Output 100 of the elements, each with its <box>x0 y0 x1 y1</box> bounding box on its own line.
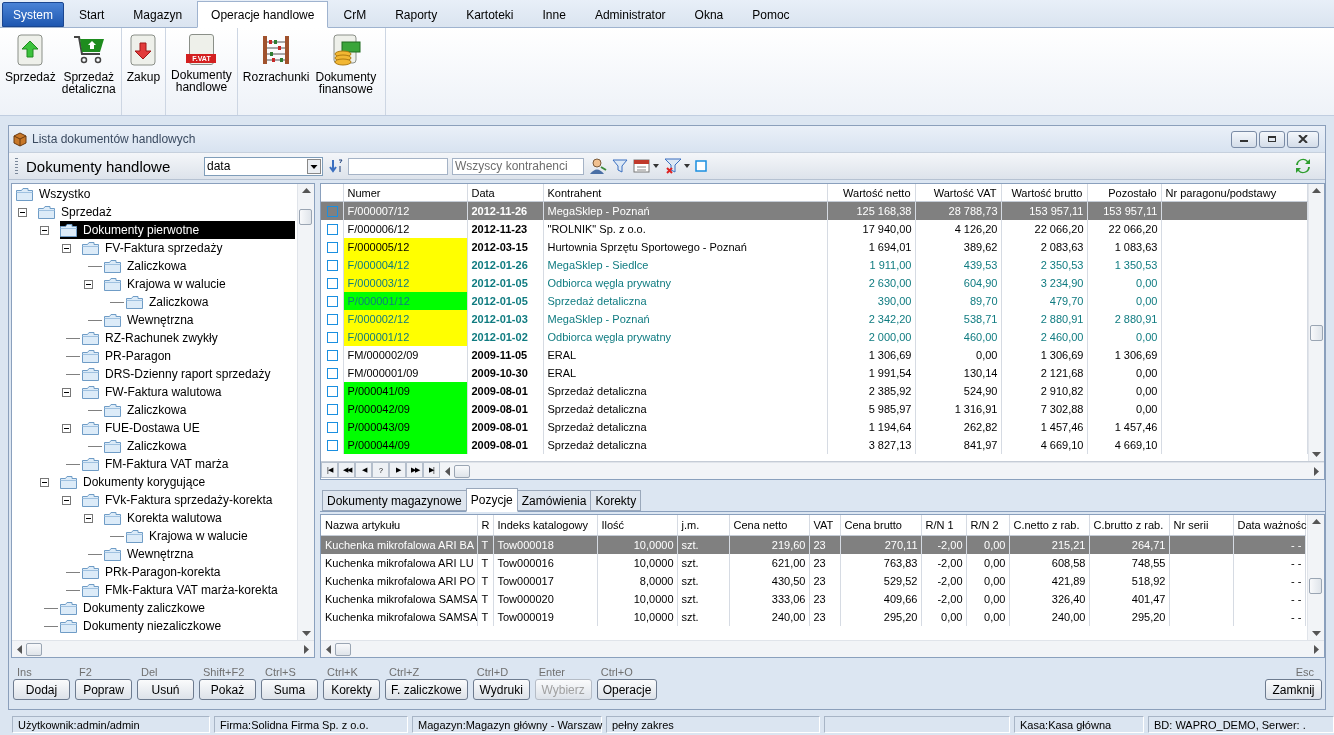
menu-tab[interactable]: Pomoc <box>738 2 804 27</box>
scrollbar-thumb[interactable] <box>1309 325 1323 341</box>
collapse-icon[interactable] <box>62 243 71 253</box>
column-header[interactable]: Nazwa artykułu <box>321 515 477 536</box>
tree-item[interactable]: Zaliczkowa <box>104 437 191 455</box>
row-checkbox[interactable] <box>327 259 338 271</box>
table-row[interactable]: P/000042/09 2009-08-01 Sprzedaż detaliczna 5 985,97 1 316,91 7 302,88 0,00 <box>321 400 1307 418</box>
column-header[interactable]: Nr serii <box>1169 515 1233 536</box>
column-header[interactable]: Data ważnośc <box>1233 515 1305 536</box>
ribbon-button[interactable]: Dokumenty finansowe <box>312 32 380 96</box>
action-button[interactable]: Operacje <box>596 679 658 700</box>
collapse-icon[interactable] <box>40 225 49 235</box>
scrollbar-thumb[interactable] <box>454 464 470 478</box>
table-row[interactable]: P/000043/09 2009-08-01 Sprzedaż detaliczna 1 194,64 262,82 1 457,46 1 457,46 <box>321 418 1307 436</box>
menu-tab[interactable]: Magazyn <box>119 2 197 27</box>
menu-tab[interactable]: Kartoteki <box>452 2 528 27</box>
close-button[interactable] <box>1287 130 1319 148</box>
column-header[interactable]: C.brutto z rab. <box>1089 515 1169 536</box>
column-header[interactable]: Wartość brutto <box>1001 184 1087 202</box>
arrow-left-icon[interactable] <box>445 466 450 476</box>
refresh-icon[interactable] <box>1295 158 1311 174</box>
action-button[interactable]: Suma <box>261 679 318 700</box>
collapse-icon[interactable] <box>62 495 71 505</box>
column-header[interactable]: Wartość netto <box>827 184 915 202</box>
arrow-down-icon[interactable] <box>1311 452 1321 458</box>
table-row[interactable]: Kuchenka mikrofalowa ARI BA T Tow000018 10,0000 szt. 219,60 23 270,11 -2,00 0,00 215,21 264,71 - - <box>321 535 1305 555</box>
row-checkbox[interactable] <box>327 277 338 289</box>
table-row[interactable]: FM/000002/09 2009-11-05 ERAL 1 306,69 0,00 1 306,69 1 306,69 <box>321 346 1307 364</box>
tree-item[interactable]: DRS-Dzienny raport sprzedaży <box>82 365 275 383</box>
tree-item[interactable]: Krajowa w walucie <box>104 275 230 293</box>
scrollbar-thumb[interactable] <box>26 642 42 656</box>
arrow-left-icon[interactable] <box>17 644 22 654</box>
arrow-down-icon[interactable] <box>301 631 311 636</box>
menu-tab[interactable]: Start <box>65 2 119 27</box>
sort-select[interactable]: data <box>204 156 323 176</box>
column-header[interactable]: R/N 2 <box>966 515 1009 536</box>
column-header[interactable]: j.m. <box>677 515 729 536</box>
table-row[interactable]: F/000003/12 2012-01-05 Odbiorca węgla prywatny 2 630,00 604,90 3 234,90 0,00 <box>321 274 1307 292</box>
tree-item[interactable]: Dokumenty zaliczkowe <box>60 599 210 617</box>
collapse-icon[interactable] <box>84 279 93 289</box>
tree-item[interactable]: PRk-Paragon-korekta <box>82 563 225 581</box>
tab[interactable]: Pozycje <box>465 488 518 513</box>
table-row[interactable]: F/000005/12 2012-03-15 Hurtownia Sprzętu Sportowego - Poznań 1 694,01 389,62 2 083,63 1 083,63 <box>321 238 1307 256</box>
table-row[interactable]: P/000001/12 2012-01-05 Sprzedaż detaliczna 390,00 89,70 479,70 0,00 <box>321 292 1307 310</box>
scrollbar-thumb[interactable] <box>1309 578 1322 595</box>
tree-item[interactable]: Dokumenty pierwotne <box>60 221 295 239</box>
row-checkbox[interactable] <box>327 439 338 451</box>
sort-icon[interactable] <box>328 158 344 174</box>
row-checkbox[interactable] <box>327 331 338 343</box>
arrow-down-icon[interactable] <box>1311 631 1321 636</box>
table-row[interactable]: F/000001/12 2012-01-02 Odbiorca węgla prywatny 2 000,00 460,00 2 460,00 0,00 <box>321 328 1307 346</box>
arrow-up-icon[interactable] <box>1311 188 1321 193</box>
table-row[interactable]: Kuchenka mikrofalowa ARI LU T Tow000016 10,0000 szt. 621,00 23 763,83 -2,00 0,00 608,58 748,55 - - <box>321 554 1305 573</box>
tab[interactable]: Zamówienia <box>516 490 592 512</box>
tree-item[interactable]: FMk-Faktura VAT marża-korekta <box>82 581 282 599</box>
action-button[interactable]: Pokaż <box>199 679 256 700</box>
row-checkbox[interactable] <box>327 241 338 253</box>
collapse-icon[interactable] <box>18 207 27 217</box>
square-icon[interactable] <box>695 160 707 172</box>
tree-item[interactable]: FV-Faktura sprzedaży <box>82 239 227 257</box>
action-button[interactable]: Popraw <box>75 679 132 700</box>
row-checkbox[interactable] <box>327 313 338 325</box>
column-header[interactable]: Pozostało <box>1087 184 1161 202</box>
tree-item[interactable]: Korekta walutowa <box>104 509 226 527</box>
table-row[interactable]: F/000004/12 2012-01-26 MegaSklep - Siedlce 1 911,00 439,53 2 350,53 1 350,53 <box>321 256 1307 274</box>
arrow-up-icon[interactable] <box>1311 519 1321 525</box>
tree-item[interactable]: Dokumenty niezaliczkowe <box>60 617 226 635</box>
menu-tab[interactable]: Administrator <box>580 2 680 27</box>
row-checkbox[interactable] <box>327 205 338 217</box>
row-checkbox[interactable] <box>327 223 338 235</box>
calendar-icon[interactable] <box>633 158 651 174</box>
tree-item[interactable]: Krajowa w walucie <box>126 527 252 545</box>
table-row[interactable]: F/000002/12 2012-01-03 MegaSklep - Poznań 2 342,20 538,71 2 880,91 2 880,91 <box>321 310 1307 328</box>
table-row[interactable]: F/000007/12 2012-11-26 MegaSklep - Poznań 125 168,38 28 788,73 153 957,11 153 957,11 <box>321 201 1307 220</box>
table-row[interactable]: Kuchenka mikrofalowa SAMSA T Tow000020 10,0000 szt. 333,06 23 409,66 -2,00 0,00 326,40 401,47 - - <box>321 590 1305 609</box>
collapse-icon[interactable] <box>84 513 93 523</box>
column-header[interactable]: Ilość <box>597 515 677 536</box>
ribbon-button[interactable]: Sprzedaż <box>2 32 59 84</box>
action-button[interactable]: Wydruki <box>472 679 530 700</box>
search-field[interactable] <box>348 157 448 175</box>
column-header[interactable]: Kontrahent <box>543 184 827 202</box>
table-row[interactable]: Kuchenka mikrofalowa ARI PO T Tow000017 8,0000 szt. 430,50 23 529,52 -2,00 0,00 421,89 518,92 - - <box>321 572 1305 591</box>
tree-item[interactable]: Zaliczkowa <box>104 401 191 419</box>
ribbon-button[interactable]: Rozrachunki <box>239 32 313 84</box>
row-checkbox[interactable] <box>327 295 338 307</box>
vertical-scrollbar[interactable] <box>1307 515 1324 640</box>
horizontal-scrollbar[interactable] <box>321 640 1324 657</box>
app-menu-button[interactable]: System <box>2 2 64 27</box>
tree-item[interactable]: PR-Paragon <box>82 347 176 365</box>
arrow-left-icon[interactable] <box>326 644 331 654</box>
column-header[interactable]: Cena brutto <box>840 515 921 536</box>
horizontal-scrollbar[interactable] <box>440 462 1324 480</box>
tree-item[interactable]: FM-Faktura VAT marża <box>82 455 233 473</box>
vertical-scrollbar[interactable] <box>297 184 314 640</box>
tab[interactable]: Dokumenty magazynowe <box>322 490 467 512</box>
tree-item[interactable]: Zaliczkowa <box>126 293 213 311</box>
column-header[interactable]: Wartość VAT <box>915 184 1001 202</box>
column-header[interactable]: Cena netto <box>729 515 809 536</box>
arrow-up-icon[interactable] <box>301 188 311 193</box>
clear-filter-dropdown[interactable] <box>664 158 690 174</box>
